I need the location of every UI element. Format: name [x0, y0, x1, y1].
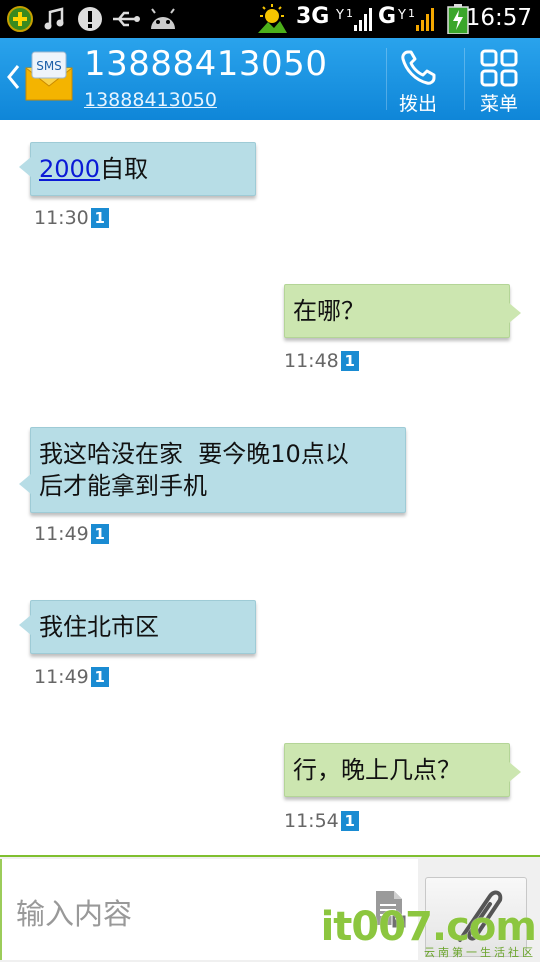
message-bubble-outgoing[interactable]: 在哪？ [284, 284, 521, 338]
message-list[interactable]: 2000自取 11:30 1 在哪？ 11:48 1 我这哈没在家 要今晚10点以 … [0, 120, 540, 855]
message-meta: 11:49 1 [34, 523, 109, 545]
menu-button[interactable]: 菜单 [467, 38, 531, 120]
back-chevron-icon[interactable] [4, 62, 22, 92]
sim-badge: 1 [90, 524, 109, 544]
message-text: 在哪？ [293, 297, 365, 325]
avatar-label: SMS [36, 59, 62, 73]
message-text-line-1: 我这哈没在家 要今晚10点以 [39, 440, 349, 468]
message-time: 11:48 [284, 350, 339, 372]
message-bubble-incoming[interactable]: 2000自取 [19, 142, 256, 196]
svg-text:Y: Y [398, 8, 406, 23]
menu-label: 菜单 [479, 93, 518, 115]
message-time: 11:49 [34, 666, 89, 688]
message-bubble-incoming[interactable]: 我住北市区 [19, 600, 256, 654]
status-bar: 3G Y1 G Y1 16:57 [0, 0, 540, 38]
network-g-label: G [378, 4, 397, 29]
message-input-placeholder: 输入内容 [16, 897, 133, 931]
message-link-number[interactable]: 2000 [39, 155, 100, 183]
message-time: 11:30 [34, 207, 89, 229]
sms-avatar-icon[interactable]: SMS [24, 50, 74, 102]
signal-icon-2: Y1 [398, 5, 438, 33]
weather-icon [256, 4, 288, 33]
sim-badge: 1 [340, 351, 359, 371]
message-meta: 11:49 1 [34, 666, 109, 688]
sim-badge: 1 [340, 811, 359, 831]
message-meta: 11:54 1 [284, 810, 359, 832]
message-meta: 11:48 1 [284, 350, 359, 372]
sim-badge: 1 [90, 208, 109, 228]
dial-label: 拨出 [398, 93, 437, 115]
music-note-icon [40, 5, 68, 33]
compose-bar: 输入内容 T it007.com 云南第一生活社区 [0, 855, 540, 962]
message-time: 11:49 [34, 523, 89, 545]
message-bubble-outgoing[interactable]: 行，晚上几点？ [284, 743, 521, 797]
watermark-logo: it007.com 云南第一生活社区 [321, 904, 537, 960]
message-text: 我住北市区 [39, 613, 159, 641]
message-meta: 11:30 1 [34, 207, 109, 229]
phone-icon [401, 50, 436, 85]
svg-text:1: 1 [408, 7, 415, 20]
contact-name: 13888413050 [84, 44, 328, 84]
menu-grid-icon [480, 49, 518, 87]
android-icon [146, 5, 180, 33]
dial-button[interactable]: 拨出 [386, 38, 450, 120]
contact-number-link[interactable]: 13888413050 [84, 89, 217, 111]
clock: 16:57 [465, 5, 532, 31]
message-bubble-incoming[interactable]: 我这哈没在家 要今晚10点以 后才能拿到手机 [19, 427, 406, 513]
usb-icon [110, 5, 142, 33]
message-text: 行，晚上几点？ [293, 756, 461, 784]
network-3g-label: 3G [296, 4, 330, 29]
alert-icon [76, 5, 104, 33]
message-text: 自取 [100, 155, 149, 183]
message-time: 11:54 [284, 810, 339, 832]
signal-icon: Y1 [336, 5, 372, 33]
header-divider-2 [464, 48, 465, 110]
message-text-line-2: 后才能拿到手机 [39, 472, 207, 500]
sim-badge: 1 [90, 667, 109, 687]
plus-badge-icon [6, 5, 34, 33]
conversation-header: SMS 13888413050 13888413050 拨出 菜单 [0, 38, 540, 120]
svg-text:Y: Y [336, 8, 344, 23]
svg-text:1: 1 [346, 7, 353, 20]
